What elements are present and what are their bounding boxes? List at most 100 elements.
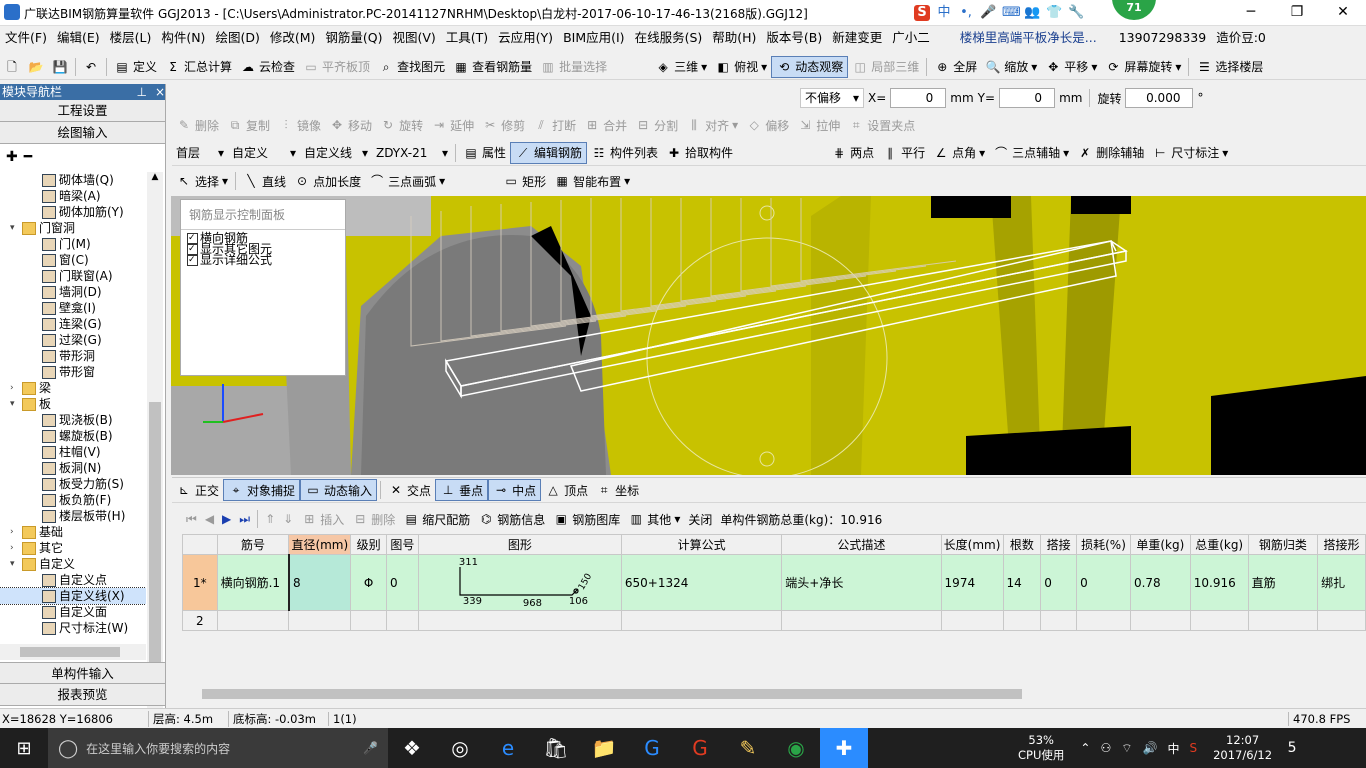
tree-item[interactable]: 壁龛(I)	[0, 300, 146, 316]
fullscreen-button[interactable]: ⊕ 全屏	[930, 56, 981, 78]
new-button[interactable]: 🗋	[0, 56, 24, 78]
notes-icon[interactable]: ✎	[724, 728, 772, 768]
grid-cell[interactable]	[940, 610, 1004, 631]
offset-mode-select[interactable]: 不偏移 ▾	[800, 88, 864, 108]
subtype-select[interactable]: 自定义线 ▾	[300, 143, 372, 163]
three-point-arc-button[interactable]: ⌒ 三点画弧 ▾	[365, 170, 449, 192]
menu-beans[interactable]: 造价豆:0	[1211, 26, 1271, 50]
grid-header-cell[interactable]: 总重(kg)	[1189, 534, 1249, 555]
dimension-button[interactable]: ⊢ 尺寸标注 ▾	[1148, 142, 1232, 164]
tree-item[interactable]: 自定义点	[0, 572, 146, 588]
project-settings-button[interactable]: 工程设置	[0, 100, 165, 122]
two-point-axis-button[interactable]: ⋕ 两点	[827, 142, 878, 164]
ime-toolbar[interactable]: S 中 •, 🎤 ⌨ 👥 👕 🔧	[914, 2, 1084, 24]
grid-cell[interactable]	[417, 610, 622, 631]
menu-bim[interactable]: BIM应用(I)	[558, 26, 630, 50]
grid-cell[interactable]	[385, 610, 419, 631]
draw-input-button[interactable]: 绘图输入	[0, 122, 165, 144]
move-button[interactable]: ✥ 移动	[325, 114, 376, 136]
table-row[interactable]: 1* 横向钢筋.1 8 Φ 0 311 339 968 106 150 650+1324 端头+净长 1…	[182, 554, 1366, 611]
prev-record-button[interactable]: ◀	[201, 508, 218, 530]
grid-cell[interactable]: 横向钢筋.1	[216, 554, 290, 611]
skin-icon[interactable]: 👕	[1046, 5, 1062, 21]
set-grip-button[interactable]: ⌗ 设置夹点	[844, 114, 919, 136]
tree-item[interactable]: ▾ 门窗洞	[0, 220, 146, 236]
grid-cell[interactable]	[620, 610, 783, 631]
grid-header-cell[interactable]: 长度(mm)	[940, 534, 1004, 555]
grid-header-cell[interactable]: 搭接	[1040, 534, 1078, 555]
other-button[interactable]: ▥ 其他 ▾	[624, 508, 684, 530]
glodon-app-icon[interactable]: G	[676, 728, 724, 768]
single-component-input-button[interactable]: 单构件输入	[0, 662, 165, 684]
grid-header-cell[interactable]: 直径(mm)	[288, 534, 352, 555]
minimize-button[interactable]: ─	[1228, 0, 1274, 26]
find-element-button[interactable]: ⌕ 查找图元	[374, 56, 449, 78]
tray-sogou-icon[interactable]: S	[1189, 741, 1197, 755]
grid-cell[interactable]: 1974	[940, 554, 1004, 611]
tools-icon[interactable]: 🔧	[1068, 5, 1084, 21]
tray-volume-icon[interactable]: 🔊	[1143, 741, 1158, 755]
rotate-input[interactable]: 0.000	[1125, 88, 1194, 108]
close-button[interactable]: ✕	[1320, 0, 1366, 26]
grid-header-cell[interactable]: 根数	[1002, 534, 1042, 555]
rectangle-button[interactable]: ▭ 矩形	[499, 170, 550, 192]
3d-viewport[interactable]	[171, 196, 1366, 475]
menu-floor[interactable]: 楼层(L)	[105, 26, 157, 50]
tree-item[interactable]: 砌体墙(Q)	[0, 172, 146, 188]
pick-component-button[interactable]: ✚ 拾取构件	[662, 142, 737, 164]
task-view-icon[interactable]: ❖	[388, 728, 436, 768]
grid-cell[interactable]: 14	[1002, 554, 1042, 611]
tree-item[interactable]: 螺旋板(B)	[0, 428, 146, 444]
dynamic-view-button[interactable]: ⟲ 动态观察	[771, 55, 849, 78]
grid-cell[interactable]	[1129, 610, 1191, 631]
grid-cell[interactable]: 1*	[182, 554, 218, 611]
menu-version[interactable]: 版本号(B)	[761, 26, 827, 50]
grid-cell[interactable]: 0	[1076, 554, 1131, 611]
define-button[interactable]: ▤ 定义	[110, 56, 161, 78]
grid-cell[interactable]	[781, 610, 942, 631]
parallel-axis-button[interactable]: ∥ 平行	[878, 142, 929, 164]
grid-cell[interactable]: 端头+净长	[781, 554, 942, 611]
extend-button[interactable]: ⇥ 延伸	[427, 114, 478, 136]
delete-row-button[interactable]: ⊟ 删除	[348, 508, 399, 530]
grid-header-cell[interactable]: 单重(kg)	[1129, 534, 1191, 555]
grid-cell[interactable]: 0.78	[1129, 554, 1191, 611]
menu-new-change[interactable]: 新建变更	[827, 26, 887, 50]
undo-button[interactable]: ↶	[79, 56, 103, 78]
grid-hscrollbar[interactable]	[182, 686, 1366, 702]
top-view-button[interactable]: ◧ 俯视 ▾	[711, 56, 771, 78]
tree-item[interactable]: 过梁(G)	[0, 332, 146, 348]
tree-item[interactable]: 连梁(G)	[0, 316, 146, 332]
grid-cell[interactable]	[1317, 610, 1366, 631]
grid-cell[interactable]: 直筋	[1247, 554, 1319, 611]
split-button[interactable]: ⊟ 分割	[631, 114, 682, 136]
tree-item[interactable]: 尺寸标注(W)	[0, 620, 146, 636]
grid-header-cell[interactable]: 计算公式	[620, 534, 783, 555]
tree-item[interactable]: 现浇板(B)	[0, 412, 146, 428]
point-length-button[interactable]: ⊙ 点加长度	[290, 170, 365, 192]
tray-up-icon[interactable]: ⌃	[1080, 741, 1090, 755]
score-badge[interactable]: 71	[1112, 0, 1156, 20]
3d-button[interactable]: ◈ 三维 ▾	[651, 56, 711, 78]
menu-cloud[interactable]: 云应用(Y)	[493, 26, 558, 50]
menu-news[interactable]: 楼梯里高端平板净长是...	[955, 26, 1102, 50]
tree-item[interactable]: 砌体加筋(Y)	[0, 204, 146, 220]
grid-cell[interactable]: 8	[287, 554, 352, 611]
tree-item[interactable]: › 其它	[0, 540, 146, 556]
close-grid-button[interactable]: 关闭	[684, 508, 716, 530]
grid-cell[interactable]	[216, 610, 290, 631]
grid-cell[interactable]	[1189, 610, 1249, 631]
grid-header-cell[interactable]: 钢筋归类	[1247, 534, 1319, 555]
coordinate-snap-button[interactable]: ⌗ 坐标	[592, 479, 643, 501]
menu-modify[interactable]: 修改(M)	[265, 26, 321, 50]
copy-button[interactable]: ⧉ 复制	[223, 114, 274, 136]
grid-cell[interactable]	[1076, 610, 1131, 631]
grid-header-cell[interactable]: 搭接形	[1317, 534, 1366, 555]
three-point-aux-button[interactable]: ⌒ 三点辅轴 ▾	[989, 142, 1073, 164]
menu-edit[interactable]: 编辑(E)	[52, 26, 105, 50]
expand-arrow-icon[interactable]: ›	[10, 540, 22, 556]
next-record-button[interactable]: ▶	[218, 508, 235, 530]
first-record-button[interactable]: ⏮	[182, 508, 201, 530]
pin-icon[interactable]: ⊥	[136, 85, 146, 99]
object-snap-button[interactable]: ⌖ 对象捕捉	[223, 479, 301, 501]
